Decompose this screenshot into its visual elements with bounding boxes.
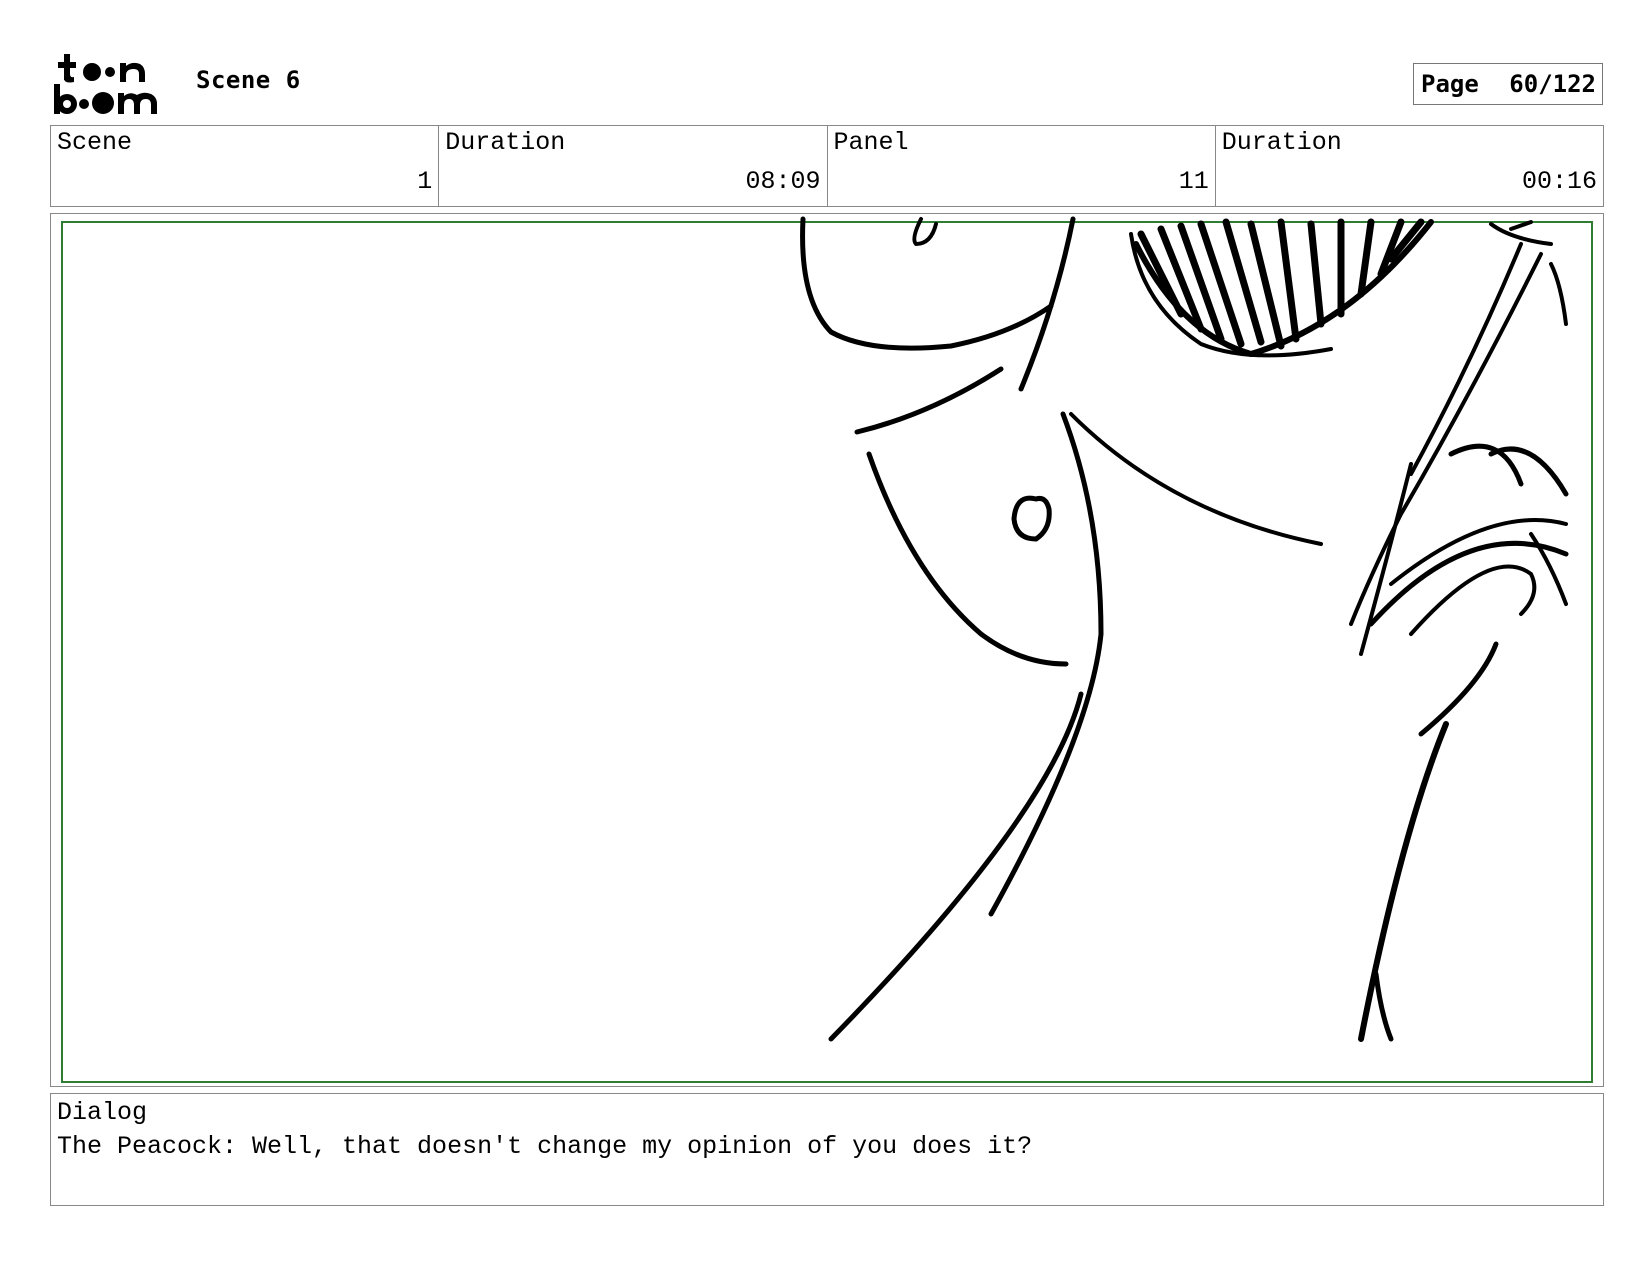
panel-duration-value: 00:16 — [1521, 167, 1597, 196]
storyboard-panel — [50, 213, 1604, 1087]
panel-duration-label: Duration — [1221, 128, 1342, 157]
sketch-strokes — [800, 216, 1569, 1042]
scene-cell: Scene 1 — [51, 126, 440, 206]
scene-duration-value: 08:09 — [745, 167, 821, 196]
dialog-label: Dialog — [57, 1098, 148, 1127]
page-label: Page — [1421, 70, 1479, 98]
panel-value: 11 — [1178, 167, 1209, 196]
panel-cell: Panel 11 — [828, 126, 1216, 206]
scene-value: 1 — [417, 167, 433, 196]
dialog-text: The Peacock: Well, that doesn't change m… — [57, 1132, 1033, 1161]
scene-label: Scene — [57, 128, 133, 157]
toon-boom-logo — [52, 52, 172, 116]
panel-label: Panel — [833, 128, 909, 157]
page-indicator: Page 60/122 — [1413, 63, 1603, 105]
scene-title: Scene 6 — [196, 66, 301, 94]
storyboard-sketch — [61, 216, 1593, 1083]
panel-duration-cell: Duration 00:16 — [1216, 126, 1603, 206]
page-number: 60/122 — [1509, 70, 1596, 98]
dialog-box: Dialog The Peacock: Well, that doesn't c… — [50, 1093, 1604, 1206]
scene-duration-cell: Duration 08:09 — [439, 126, 828, 206]
scene-duration-label: Duration — [445, 128, 566, 157]
panel-info-row: Scene 1 Duration 08:09 Panel 11 Duration… — [50, 125, 1604, 207]
